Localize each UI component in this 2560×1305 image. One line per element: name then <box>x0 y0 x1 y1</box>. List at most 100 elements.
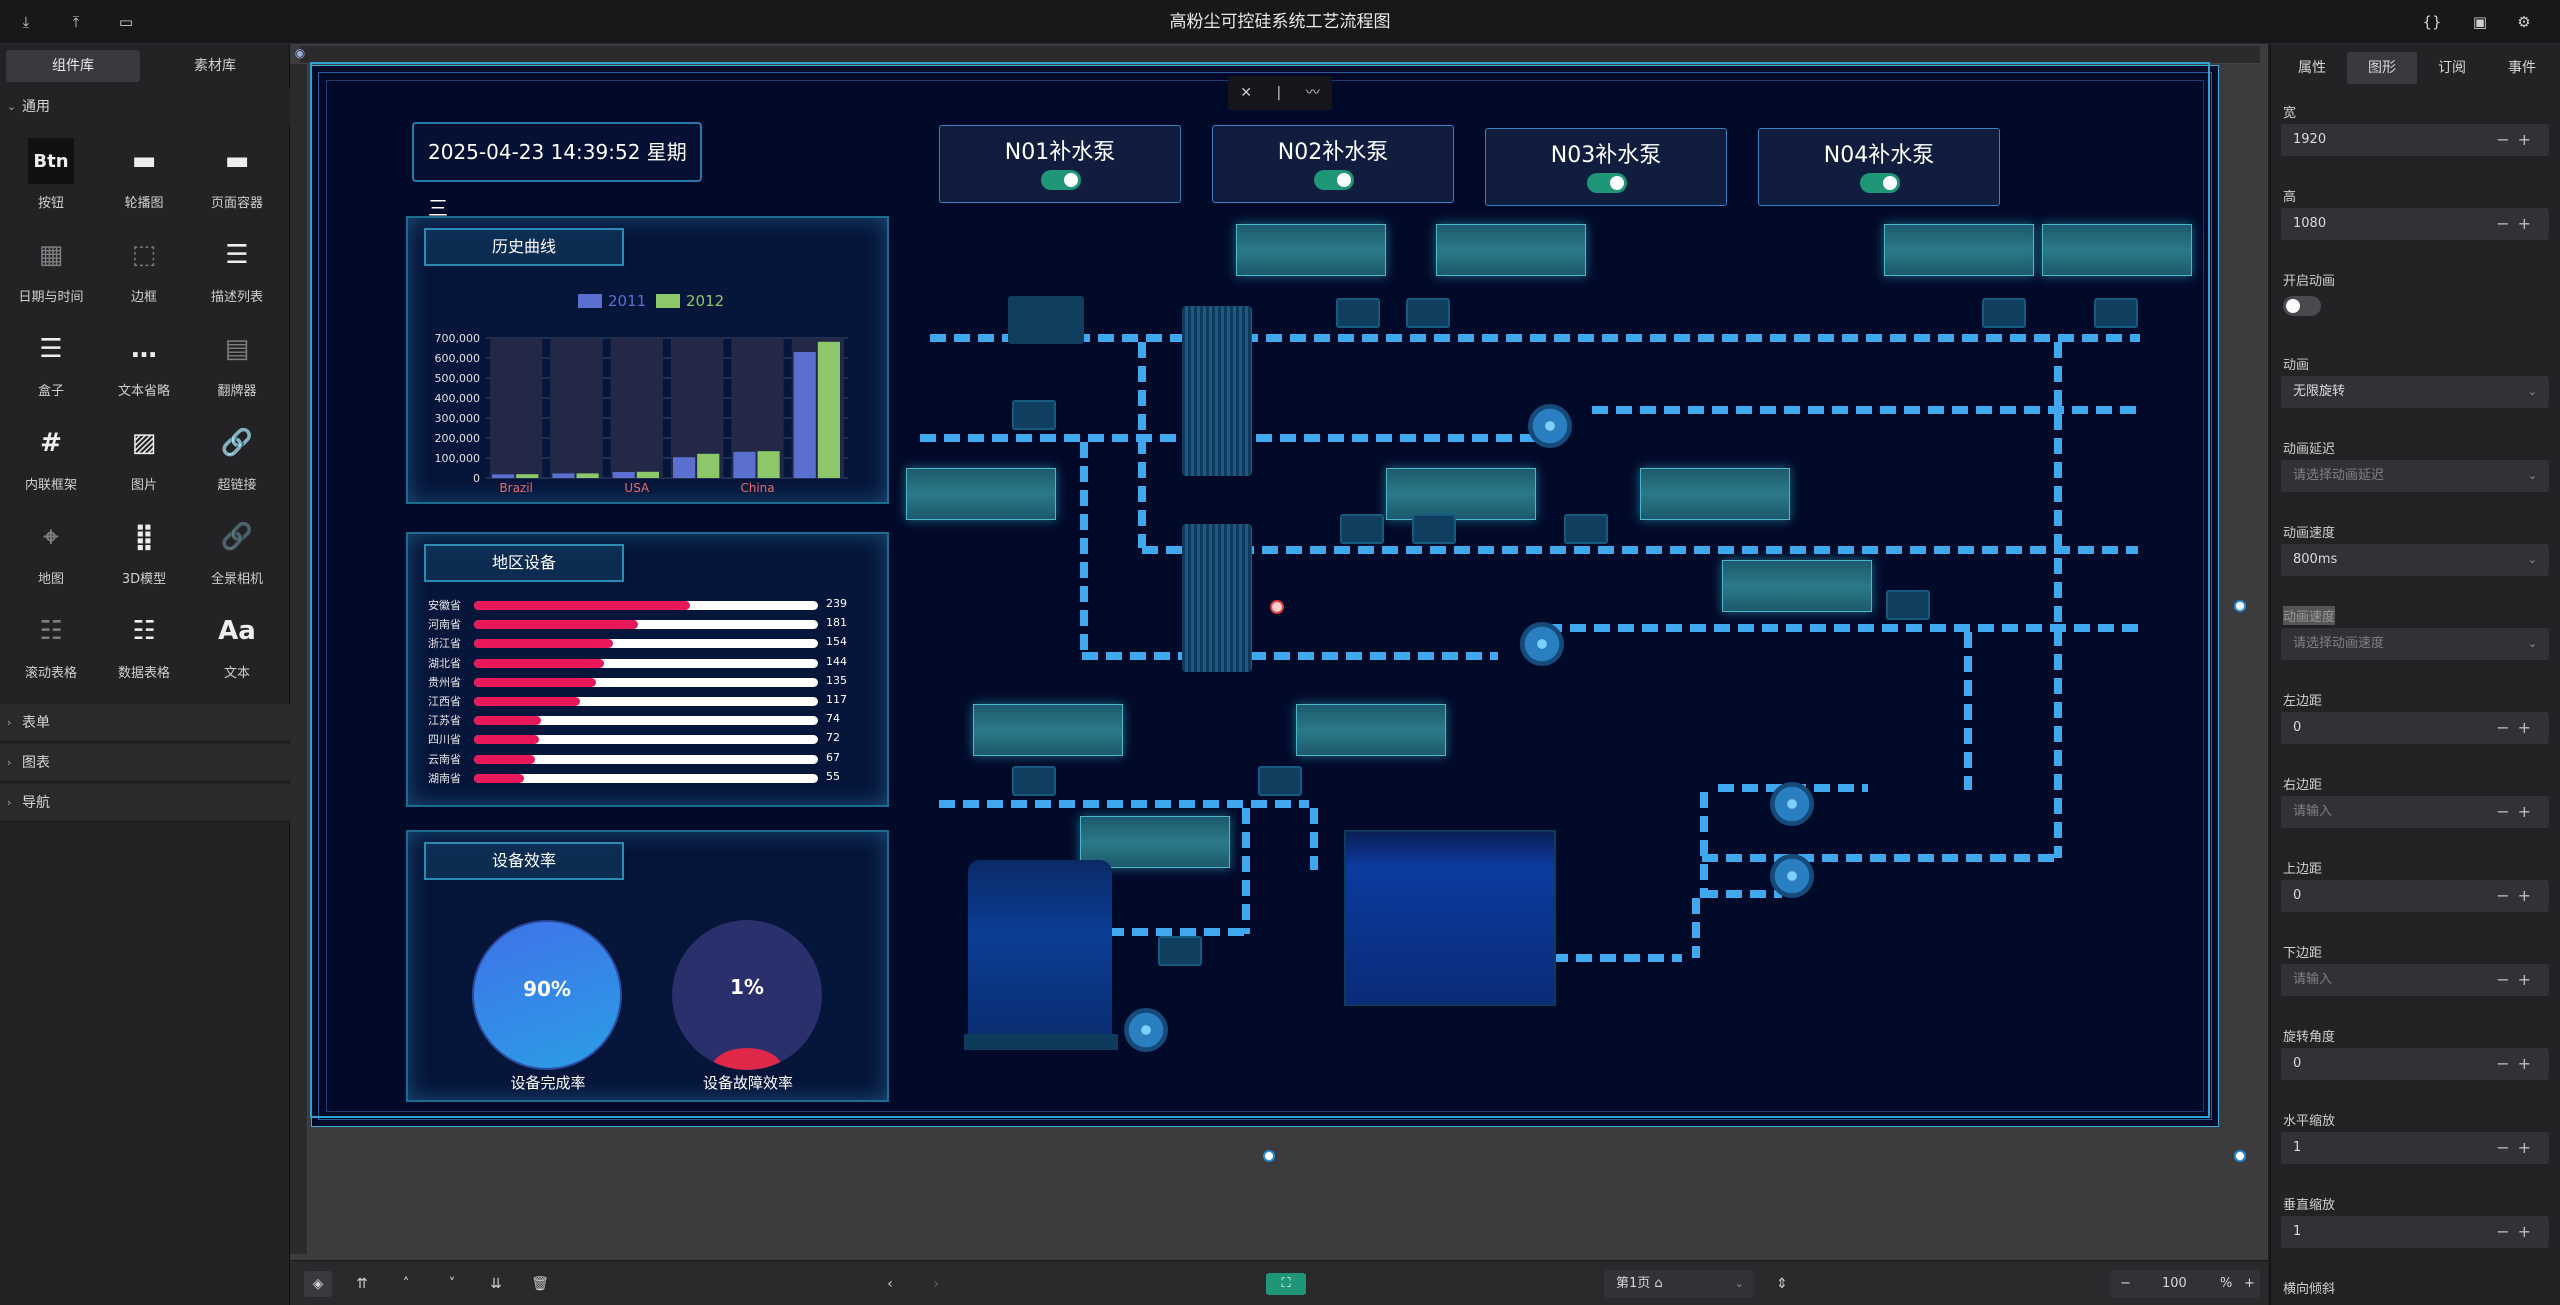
property-select[interactable]: 请选择动画速度 ⌄ <box>2281 628 2549 660</box>
bar-value: 154 <box>826 635 847 649</box>
component-description-list[interactable]: ☰ 描述列表 <box>191 226 281 320</box>
group-general-header[interactable]: ⌄ 通用 <box>0 88 290 126</box>
component-text[interactable]: Aa 文本 <box>191 602 281 696</box>
property-select[interactable]: 无限旋转 ⌄ <box>2281 376 2549 408</box>
property-input[interactable]: 0 −+ <box>2281 1048 2549 1080</box>
chevron-down-icon[interactable]: ⌄ <box>2528 376 2537 408</box>
property-input[interactable]: 请输入 −+ <box>2281 964 2549 996</box>
move-top-icon[interactable]: ⇈ <box>348 1271 376 1297</box>
component-carousel[interactable]: ▬ 轮播图 <box>98 132 188 226</box>
property-input[interactable]: 0 −+ <box>2281 712 2549 744</box>
delete-icon[interactable]: 🗑 <box>526 1271 554 1297</box>
component-text-ellipsis[interactable]: … 文本省略 <box>98 320 188 414</box>
property-input[interactable]: 1 −+ <box>2281 1132 2549 1164</box>
chevron-down-icon[interactable]: ⌄ <box>2528 544 2537 576</box>
settings-icon[interactable]: ⚙ <box>2512 10 2536 34</box>
valve <box>1012 766 1056 796</box>
component-image[interactable]: ▨ 图片 <box>98 414 188 508</box>
stepper-icon[interactable]: −+ <box>2496 880 2539 912</box>
component-panorama-camera[interactable]: 🔗 全景相机 <box>191 508 281 602</box>
region-bar-row: 江西省 117 <box>428 692 878 711</box>
pump-toggle[interactable] <box>1860 173 1900 193</box>
group-nav-header[interactable]: › 导航 <box>0 784 290 822</box>
component-data-table[interactable]: ☷ 数据表格 <box>98 602 188 696</box>
move-up-icon[interactable]: ˄ <box>392 1271 420 1297</box>
component-datetime[interactable]: ▦ 日期与时间 <box>5 226 95 320</box>
move-down-icon[interactable]: ˅ <box>438 1271 466 1297</box>
screen-fit-icon[interactable]: ⛶ <box>1266 1273 1306 1295</box>
component-button[interactable]: Btn 按钮 <box>5 132 95 226</box>
component-map[interactable]: ⌖ 地图 <box>5 508 95 602</box>
animation-switch[interactable] <box>2283 296 2321 316</box>
component-box[interactable]: ☰ 盒子 <box>5 320 95 414</box>
stepper-icon[interactable]: −+ <box>2496 1048 2539 1080</box>
bottom-toolbar: ◈ ⇈ ˄ ˅ ⇊ 🗑 ‹ › ⛶ 第1页 ⌂ ⌄ ⇕ − 100 % + <box>290 1260 2268 1305</box>
stepper-icon[interactable]: −+ <box>2496 712 2539 744</box>
component-scroll-table[interactable]: ☷ 滚动表格 <box>5 602 95 696</box>
chevron-down-icon[interactable]: ⌄ <box>2528 628 2537 660</box>
next-page-icon[interactable]: › <box>922 1271 950 1297</box>
tab-components[interactable]: 组件库 <box>6 50 140 82</box>
unpin-icon[interactable]: ✕ <box>1240 76 1252 110</box>
pump-toggle[interactable] <box>1587 173 1627 193</box>
component-iframe[interactable]: # 内联框架 <box>5 414 95 508</box>
property-input[interactable]: 1 −+ <box>2281 1216 2549 1248</box>
trend-icon[interactable]: 〰 <box>1306 76 1320 110</box>
bar-value: 74 <box>826 712 840 726</box>
pump-toggle[interactable] <box>1314 170 1354 190</box>
resize-handle-bottom[interactable] <box>1263 1150 1275 1162</box>
move-bottom-icon[interactable]: ⇊ <box>482 1271 510 1297</box>
pipe <box>1080 442 1088 658</box>
property-value: 请输入 <box>2293 804 2333 819</box>
property-input[interactable]: 请输入 −+ <box>2281 796 2549 828</box>
stepper-icon[interactable]: −+ <box>2496 964 2539 996</box>
property-input[interactable]: 1920 −+ <box>2281 124 2549 156</box>
eye-icon[interactable]: ◉ <box>292 46 308 62</box>
stepper-icon[interactable]: −+ <box>2496 1132 2539 1164</box>
design-stage[interactable]: ✕ | 〰 2025-04-23 14:39:52 星期三 N01补水泵 N02补水… <box>310 62 2219 1127</box>
component-flipper[interactable]: ▤ 翻牌器 <box>191 320 281 414</box>
chevron-down-icon[interactable]: ⌄ <box>2528 460 2537 492</box>
pump-card-n01: N01补水泵 <box>939 125 1181 203</box>
card-title: 历史曲线 <box>424 228 624 266</box>
stepper-icon[interactable]: −+ <box>2496 208 2539 240</box>
property-input[interactable]: 0 −+ <box>2281 880 2549 912</box>
tab-attributes[interactable]: 属性 <box>2277 52 2347 84</box>
component-border[interactable]: ⬚ 边框 <box>98 226 188 320</box>
component-model-3d[interactable]: ⣿ 3D模型 <box>98 508 188 602</box>
tab-subscribe[interactable]: 订阅 <box>2417 52 2487 84</box>
property-label: 垂直缩放 <box>2283 1198 2336 1213</box>
stepper-icon[interactable]: −+ <box>2496 1216 2539 1248</box>
page-select[interactable]: 第1页 ⌂ ⌄ <box>1604 1270 1754 1298</box>
property-select[interactable]: 800ms ⌄ <box>2281 544 2549 576</box>
group-form-header[interactable]: › 表单 <box>0 704 290 742</box>
pipe <box>1552 954 1682 962</box>
group-chart-header[interactable]: › 图表 <box>0 744 290 782</box>
bar <box>516 474 539 478</box>
property-select[interactable]: 请选择动画延迟 ⌄ <box>2281 460 2549 492</box>
region-bar-row: 贵州省 135 <box>428 673 878 692</box>
tab-graphics[interactable]: 图形 <box>2347 52 2417 84</box>
display-panel <box>1722 560 1872 612</box>
tab-events[interactable]: 事件 <box>2487 52 2557 84</box>
zoom-out-icon[interactable]: − <box>2120 1270 2131 1298</box>
save-icon[interactable]: ▣ <box>2468 10 2492 34</box>
zoom-in-icon[interactable]: + <box>2244 1270 2255 1298</box>
pump-card-n03: N03补水泵 <box>1485 128 1727 206</box>
resize-handle-corner[interactable] <box>2234 1150 2246 1162</box>
stepper-icon[interactable]: −+ <box>2496 796 2539 828</box>
component-page-container[interactable]: ▬ 页面容器 <box>191 132 281 226</box>
tab-materials[interactable]: 素材库 <box>146 50 284 82</box>
layers-icon[interactable]: ◈ <box>304 1271 332 1297</box>
property-input[interactable]: 1080 −+ <box>2281 208 2549 240</box>
code-braces-icon[interactable]: {} <box>2420 10 2444 34</box>
stepper-icon[interactable]: −+ <box>2496 124 2539 156</box>
component-hyperlink[interactable]: 🔗 超链接 <box>191 414 281 508</box>
sort-icon[interactable]: ⇕ <box>1768 1271 1796 1297</box>
pump-toggle[interactable] <box>1041 170 1081 190</box>
bar <box>576 473 599 478</box>
resize-handle-right[interactable] <box>2234 600 2246 612</box>
prev-page-icon[interactable]: ‹ <box>876 1271 904 1297</box>
property-value: 0 <box>2293 1056 2302 1071</box>
zoom-value[interactable]: 100 <box>2162 1270 2187 1298</box>
